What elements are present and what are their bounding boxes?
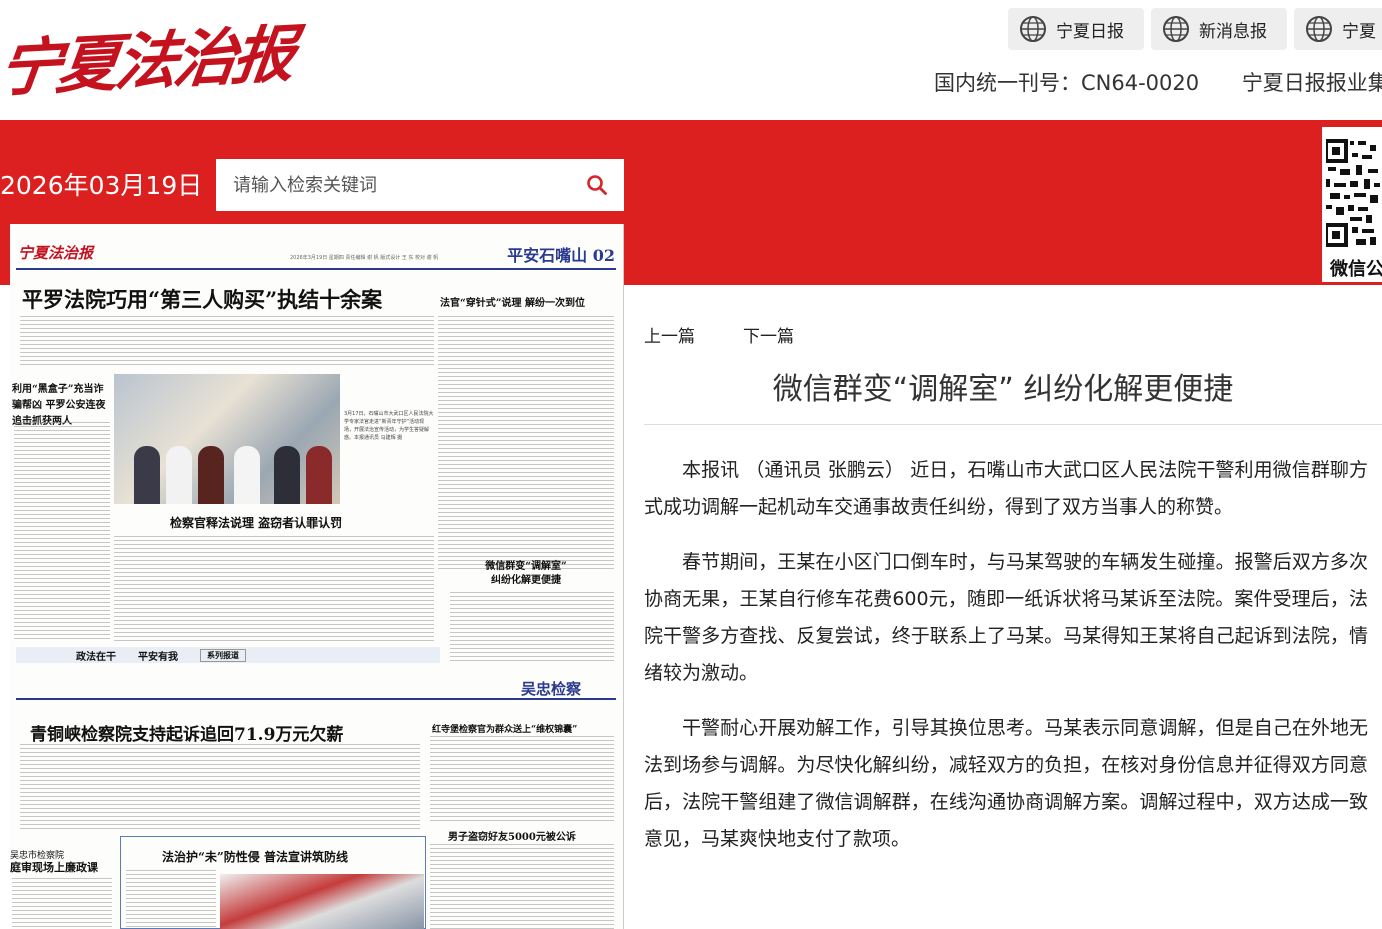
globe-icon xyxy=(1020,16,1046,42)
paper-link-label: 新消息报 xyxy=(1199,21,1267,42)
paper-link-ningxia-other[interactable]: 宁夏 xyxy=(1294,8,1382,50)
paper-link-label: 宁夏 xyxy=(1342,21,1376,42)
text-block xyxy=(126,870,216,929)
page-photo-caption: 3月17日，石嘴山市大武口区人民法院大学专家法官走进“新青年守护”活动现场，开展… xyxy=(344,411,434,441)
article-paragraph: 干警耐心开展劝解工作，引导其换位思考。马某表示同意调解，但是自己在外地无法到场参… xyxy=(644,717,1368,850)
paper-links: 宁夏日报 新消息报 宁夏 xyxy=(1008,8,1382,50)
page-photo xyxy=(114,374,340,504)
article-paragraph: 春节期间，王某在小区门口倒车时，与马某驾驶的车辆发生碰撞。报警后双方多次协商无果… xyxy=(644,551,1368,684)
divider xyxy=(644,424,1382,425)
page-rule xyxy=(16,268,616,270)
page-headline-right[interactable]: 法官“穿针式”说理 解纷一次到位 xyxy=(440,294,585,309)
article-paragraph: 本报讯 （通讯员 张鹏云） 近日，石嘴山市大武口区人民法院干警利用微信群聊方式成… xyxy=(644,459,1368,518)
qr-label: 微信公 xyxy=(1330,259,1382,280)
site-logo[interactable]: 宁夏法治报 xyxy=(0,17,296,106)
publisher-text: 宁夏日报报业集 xyxy=(1241,71,1382,95)
page-section-title-2: 吴忠检察 xyxy=(520,680,581,698)
text-block xyxy=(114,536,434,642)
page-footer-bar: 政法在干 平安有我 系列报道 xyxy=(16,647,440,663)
globe-icon xyxy=(1306,16,1332,42)
issn-line: 国内统一刊号：CN64-0020 宁夏日报报业集 xyxy=(934,67,1382,97)
text-block xyxy=(20,316,434,368)
page-highlight-box[interactable]: 微信群变“调解室” 纠纷化解更便捷 xyxy=(476,560,576,588)
issue-date[interactable]: 2026年03月19日 xyxy=(0,166,202,202)
prev-article-link[interactable]: 上一篇 xyxy=(644,322,695,347)
page-headline-right-bottom[interactable]: 男子盗窃好友5000元被公诉 xyxy=(448,828,576,843)
article-title: 微信群变“调解室” 纠纷化解更便捷 xyxy=(772,372,1234,407)
qr-code-icon xyxy=(1326,139,1380,247)
search-input[interactable] xyxy=(216,160,576,210)
paper-link-new-news[interactable]: 新消息报 xyxy=(1151,8,1287,50)
article-nav: 上一篇 下一篇 xyxy=(644,322,794,347)
page-headline-bottom-right[interactable]: 红寺堡检察官为群众送上“维权锦囊” xyxy=(432,722,577,735)
text-block xyxy=(430,844,614,929)
page-headline-left-bottom[interactable]: 吴忠市检察院 庭审现场上廉政课 xyxy=(10,850,110,875)
page-headline-mid[interactable]: 检察官释法说理 盗窃者认罪认罚 xyxy=(170,514,342,531)
search-box xyxy=(216,159,624,211)
paper-link-label: 宁夏日报 xyxy=(1056,21,1124,42)
wechat-qr-panel: 微信公 xyxy=(1322,127,1382,282)
search-icon[interactable] xyxy=(586,174,608,196)
left-bottom-line-2: 庭审现场上廉政课 xyxy=(10,861,98,874)
globe-icon xyxy=(1163,16,1189,42)
text-block xyxy=(14,422,110,640)
page-masthead: 宁夏法治报 xyxy=(18,244,94,262)
site-header: 宁夏法治报 宁夏日报 新消息报 宁夏 国内统一刊号：CN64-0020 宁夏日报… xyxy=(0,0,1382,120)
text-block xyxy=(450,592,614,664)
page-rule xyxy=(16,698,616,700)
page-headline-main[interactable]: 平罗法院巧用“第三人购买”执结十余案 xyxy=(22,284,382,314)
newspaper-page-image[interactable]: 宁夏法治报 2026年3月19日 星期四 责任编辑 谢 帆 版式设计 王 东 校… xyxy=(10,224,624,929)
paper-link-ningxia-daily[interactable]: 宁夏日报 xyxy=(1008,8,1144,50)
footer-tag: 系列报道 xyxy=(200,648,246,662)
next-article-link[interactable]: 下一篇 xyxy=(743,322,794,347)
footer-item: 政法在干 xyxy=(76,651,116,663)
text-block xyxy=(438,316,614,570)
page-headline-box[interactable]: 法治护“未”防性侵 普法宣讲筑防线 xyxy=(162,848,348,865)
text-block xyxy=(20,744,420,830)
text-block xyxy=(430,736,614,822)
text-block xyxy=(12,878,112,929)
page-photo-2 xyxy=(220,874,424,929)
page-headline-bottom[interactable]: 青铜峡检察院支持起诉追回71.9万元欠薪 xyxy=(30,720,343,745)
issn-text: 国内统一刊号：CN64-0020 xyxy=(934,71,1200,95)
page-dateline: 2026年3月19日 星期四 责任编辑 谢 帆 版式设计 王 东 校对 谢 帆 xyxy=(290,255,439,261)
footer-item: 平安有我 xyxy=(138,651,178,663)
box-title-1: 微信群变“调解室” xyxy=(485,561,567,572)
box-title-2: 纠纷化解更便捷 xyxy=(491,575,561,586)
article-body: 本报讯 （通讯员 张鹏云） 近日，石嘴山市大武口区人民法院干警利用微信群聊方式成… xyxy=(644,452,1368,876)
page-section-title: 平安石嘴山 02 xyxy=(507,246,615,265)
logo-text: 宁夏法治报 xyxy=(0,17,296,106)
